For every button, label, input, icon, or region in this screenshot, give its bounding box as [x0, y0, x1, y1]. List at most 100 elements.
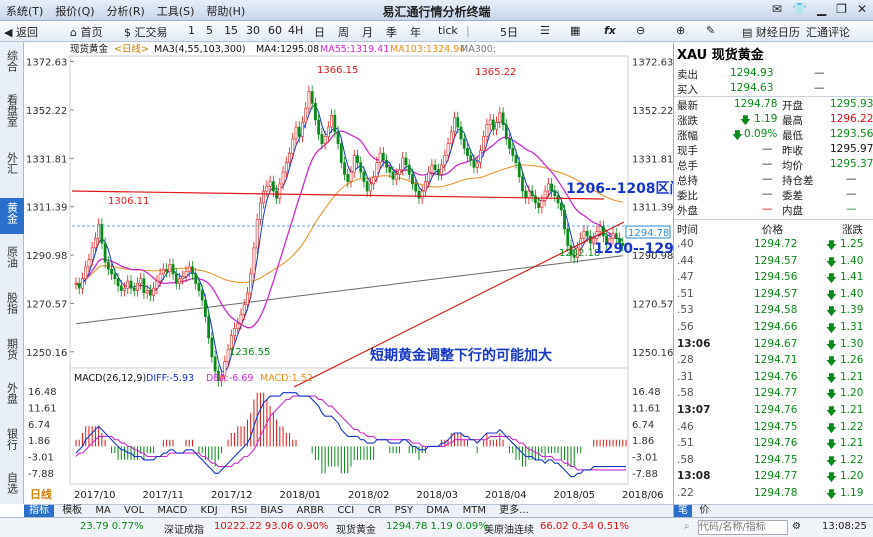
- candle-body: [372, 176, 376, 185]
- menu-tools[interactable]: 工具(S): [157, 3, 195, 19]
- calendar-button[interactable]: ▤ 财经日历: [742, 24, 800, 40]
- vtab-external[interactable]: 外盘: [0, 382, 24, 412]
- tab-rsi[interactable]: RSI: [226, 505, 252, 517]
- tab-ma[interactable]: MA: [90, 505, 115, 517]
- period-5[interactable]: 5: [206, 24, 213, 37]
- vtab-index[interactable]: 股指: [0, 292, 24, 322]
- vtab-futures[interactable]: 期货: [0, 338, 24, 368]
- candle-body: [352, 155, 356, 173]
- status-szindex-name[interactable]: 深证成指: [164, 521, 204, 536]
- y-tick-right: 1331.81: [632, 154, 673, 165]
- tab-cci[interactable]: CCI: [332, 505, 359, 517]
- status-bar: 23.79 0.77% 深证成指 10222.22 93.06 0.90% 现货…: [0, 517, 873, 537]
- search-input[interactable]: [698, 520, 788, 535]
- tab-template[interactable]: 模板: [57, 505, 87, 517]
- mail-icon[interactable]: ✉: [772, 2, 782, 16]
- label-low1: 1236.55: [229, 347, 270, 358]
- tab-psy[interactable]: PSY: [390, 505, 419, 517]
- shirt-icon[interactable]: 👕: [792, 2, 807, 16]
- period-4h[interactable]: 4H: [288, 24, 303, 37]
- x-tick-label: 2017/10: [74, 490, 116, 501]
- draw-pencil-icon[interactable]: ✎: [706, 24, 715, 37]
- zoom-out-icon[interactable]: ⊖: [636, 24, 645, 37]
- tab-vol[interactable]: VOL: [119, 505, 149, 517]
- tick-price: 1294.71: [754, 354, 798, 367]
- tick-change: 1.22: [840, 453, 864, 466]
- label-high0: 1306.11: [108, 196, 149, 207]
- tab-mtm[interactable]: MTM: [458, 505, 491, 517]
- tick-header-price: 价格: [762, 224, 783, 236]
- low-value: 1293.56: [830, 128, 873, 140]
- exchange-button[interactable]: $ 汇交易: [124, 24, 168, 40]
- kline-chart[interactable]: 1372.63 1372.63 1352.22 1352.22 1331.81 1331.…: [24, 42, 673, 504]
- tab-price[interactable]: 价: [695, 505, 713, 517]
- tab-cr[interactable]: CR: [362, 505, 386, 517]
- tab-macd[interactable]: MACD: [152, 505, 192, 517]
- period-30[interactable]: 30: [246, 24, 260, 37]
- candle-body: [381, 152, 385, 161]
- period-week[interactable]: 周: [338, 24, 349, 40]
- period-60[interactable]: 60: [268, 24, 282, 37]
- minimize-icon[interactable]: ▁: [817, 2, 826, 16]
- tab-more[interactable]: 更多...: [494, 505, 534, 517]
- tab-indicator[interactable]: 指标: [24, 505, 54, 517]
- quote-name: 现货黄金: [711, 48, 764, 63]
- tab-bias[interactable]: BIAS: [255, 505, 288, 517]
- tick-time: 13:07: [677, 404, 711, 416]
- tick-change: 1.40: [840, 254, 864, 267]
- restore-icon[interactable]: ❐: [836, 2, 847, 16]
- period-month[interactable]: 月: [362, 24, 373, 40]
- period-year[interactable]: 年: [410, 24, 421, 40]
- status-crude-name[interactable]: 美原油连续: [484, 521, 534, 536]
- chart-area[interactable]: 1372.63 1372.63 1352.22 1352.22 1331.81 1331.…: [24, 42, 673, 504]
- candle-body: [585, 231, 589, 237]
- tab-arbr[interactable]: ARBR: [292, 505, 330, 517]
- tab-dma[interactable]: DMA: [421, 505, 454, 517]
- period-5day[interactable]: 5日: [500, 24, 518, 40]
- zongliang-label: 总持: [677, 175, 698, 187]
- menu-lines-icon[interactable]: ☰: [540, 24, 550, 37]
- menu-system[interactable]: 系统(T): [6, 3, 43, 19]
- tab-bid[interactable]: 笔: [674, 505, 692, 517]
- vtab-overview[interactable]: 综合: [0, 50, 24, 80]
- candle-body: [427, 171, 431, 182]
- period-day[interactable]: 日: [314, 24, 325, 40]
- candle-body: [197, 283, 201, 291]
- vtab-crude[interactable]: 原油: [0, 246, 24, 276]
- period-season[interactable]: 季: [386, 24, 397, 40]
- settings-icon[interactable]: ⚙: [792, 521, 801, 532]
- status-search-icon[interactable]: ⌕: [684, 521, 690, 532]
- menu-quote[interactable]: 报价(Q): [55, 3, 94, 19]
- period-15[interactable]: 15: [224, 24, 238, 37]
- vtab-gold[interactable]: 黄金: [0, 198, 24, 234]
- vtab-bank[interactable]: 银行: [0, 428, 24, 458]
- vtab-watchroom[interactable]: 看盘室: [0, 94, 24, 138]
- candle-body: [81, 278, 84, 289]
- tick-change-icon: 🡇: [826, 439, 837, 452]
- y-tick-left: 1372.63: [26, 58, 67, 69]
- menu-analysis[interactable]: 分析(R): [107, 3, 145, 19]
- period-1[interactable]: 1: [188, 24, 195, 37]
- menu-help[interactable]: 帮助(H): [206, 3, 245, 19]
- candle-body: [77, 283, 81, 289]
- candle-body: [614, 233, 618, 239]
- status-gold-name[interactable]: 现货黄金: [336, 521, 376, 536]
- tab-kdj[interactable]: KDJ: [196, 505, 223, 517]
- grid-icon[interactable]: ▦: [570, 24, 580, 37]
- candle-body: [294, 126, 298, 140]
- home-button[interactable]: ⌂ 首页: [70, 24, 102, 40]
- vtab-favorites[interactable]: 自选: [0, 472, 24, 502]
- status-gold-value: 1294.78 1.19 0.09%: [386, 521, 488, 532]
- back-button[interactable]: ◀ 返回: [4, 24, 38, 40]
- tick-row: .46 1294.75 🡇 1.22: [674, 421, 873, 436]
- candle-body: [508, 138, 511, 149]
- formula-icon[interactable]: fx: [604, 24, 616, 37]
- chart-period: <日线>: [114, 43, 149, 55]
- zoom-in-icon[interactable]: ⊕: [676, 24, 685, 37]
- close-icon[interactable]: ✕: [857, 2, 867, 16]
- candle-body: [259, 202, 262, 220]
- vtab-forex[interactable]: 外汇: [0, 152, 24, 182]
- calendar-icon: ▤: [742, 26, 756, 39]
- comment-button[interactable]: 汇通评论: [806, 24, 850, 40]
- period-tick[interactable]: tick: [438, 24, 458, 37]
